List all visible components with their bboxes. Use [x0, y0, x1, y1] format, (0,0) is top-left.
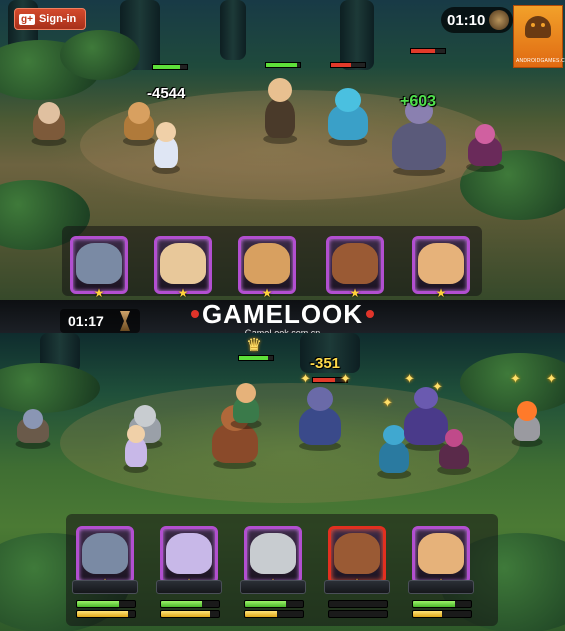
- hero-portrait-ice-mage[interactable]: ★: [154, 236, 212, 300]
- armored-beast-enemy-unit: [290, 381, 350, 451]
- star-icon: ★: [349, 286, 361, 300]
- battle-timer-value: 01:10: [447, 11, 486, 29]
- tree-trunk: [220, 0, 246, 60]
- foliage: [60, 30, 140, 80]
- ice-mage-unit: [118, 421, 154, 473]
- hero-face: [331, 242, 379, 284]
- star-icon: ★: [435, 286, 447, 300]
- hero-portrait-witch-ranger[interactable]: ★: [412, 236, 470, 300]
- hero-face: [81, 532, 129, 574]
- hero-energy-bar: [160, 610, 220, 618]
- witch-ranger-unit: [256, 72, 304, 144]
- pirate-captain-unit: [224, 379, 268, 429]
- hero-face: [417, 242, 465, 284]
- app-badge-caption: ANDROIDGAMES.COM: [516, 58, 565, 64]
- top-battle-scene: -4544 +603 g+ Sign-in 01:10 ANDROIDGAMES…: [0, 0, 565, 300]
- hero-face: [75, 242, 123, 284]
- hero-energy-bar: [76, 610, 136, 618]
- star-icon: ★: [177, 286, 189, 300]
- unit-hp-bar: [152, 64, 188, 70]
- hero-hp-bar: [412, 600, 472, 608]
- hero-energy-bar: [412, 610, 472, 618]
- google-plus-icon: g+: [19, 13, 35, 25]
- unit-hp-bar: [330, 62, 366, 68]
- unit-hp-bar: [265, 62, 301, 68]
- hero-portrait-minotaur-brute[interactable]: ★: [324, 526, 390, 594]
- succubus-enemy-unit: [430, 425, 478, 475]
- android-robot-icon: [525, 16, 551, 38]
- damage-number: -4544: [147, 85, 186, 102]
- damage-number: -351: [310, 355, 341, 372]
- hero-portrait-viking-warrior[interactable]: ★: [238, 236, 296, 300]
- hero-energy-bar: [244, 610, 304, 618]
- hourglass-icon: [489, 10, 509, 30]
- stun-star-icon: ✦: [404, 371, 415, 386]
- hero-portrait-dwarf-gunner[interactable]: ★: [70, 236, 128, 300]
- hero-hp-bar: [160, 600, 220, 608]
- hero-face: [159, 242, 207, 284]
- hero-hp-bar: [328, 600, 388, 608]
- hero-face: [249, 532, 297, 574]
- tree-trunk: [340, 0, 374, 70]
- signin-button[interactable]: g+ Sign-in: [14, 8, 86, 30]
- stun-star-icon: ✦: [300, 371, 311, 386]
- gamelook-logo-text: GAMELOOK: [201, 299, 364, 329]
- fire-skeleton-enemy-unit: [505, 397, 549, 447]
- hero-portrait-bar: ★ ★ ★ ★ ★: [62, 226, 482, 300]
- battle-timer: 01:17: [60, 309, 140, 333]
- hero-energy-bar: [328, 610, 388, 618]
- bottom-battle-scene: ♛ ✦ ✦ ✦ ✦ ✦ ✦ ✦ -351 ★ ★: [0, 333, 565, 631]
- crown-icon: ♛: [246, 335, 263, 355]
- hero-face: [333, 532, 381, 574]
- hero-hp-bar: [76, 600, 136, 608]
- stun-star-icon: ✦: [510, 371, 521, 386]
- unit-hp-bar: [410, 48, 446, 54]
- naga-enemy-unit: [320, 84, 376, 146]
- battle-timer-value: 01:17: [68, 313, 104, 329]
- hero-portrait-viking-warrior[interactable]: ★: [240, 526, 306, 594]
- logo-dot: [366, 310, 374, 318]
- hero-hp-bar: [244, 600, 304, 608]
- game-screenshot-collage: -4544 +603 g+ Sign-in 01:10 ANDROIDGAMES…: [0, 0, 565, 631]
- star-icon: ★: [261, 286, 273, 300]
- app-store-badge[interactable]: ANDROIDGAMES.COM: [513, 5, 565, 68]
- signin-label: Sign-in: [38, 13, 77, 25]
- hero-face: [417, 532, 465, 574]
- logo-dot: [191, 310, 199, 318]
- ice-mage-unit: [146, 118, 186, 174]
- hero-portrait-dwarf-gunner[interactable]: ★: [72, 526, 138, 594]
- dwarf-gunner-unit: [24, 96, 74, 146]
- hero-face: [165, 532, 213, 574]
- battle-timer: 01:10: [441, 7, 513, 33]
- hero-face: [243, 242, 291, 284]
- heal-number: +603: [400, 93, 437, 110]
- hero-portrait-minotaur-brute[interactable]: ★: [326, 236, 384, 300]
- stun-star-icon: ✦: [546, 371, 557, 386]
- succubus-enemy-unit: [458, 118, 512, 172]
- hero-portrait-ice-mage[interactable]: ★: [156, 526, 222, 594]
- hero-portrait-pirate-captain[interactable]: ★: [408, 526, 474, 594]
- dwarf-gunner-unit: [8, 405, 58, 449]
- stun-star-icon: ✦: [340, 371, 351, 386]
- star-icon: ★: [93, 286, 105, 300]
- hourglass-icon: [120, 311, 130, 331]
- stun-star-icon: ✦: [382, 395, 393, 410]
- hero-portrait-bar: ★ ★ ★ ★: [66, 514, 498, 626]
- stun-star-icon: ✦: [432, 379, 443, 394]
